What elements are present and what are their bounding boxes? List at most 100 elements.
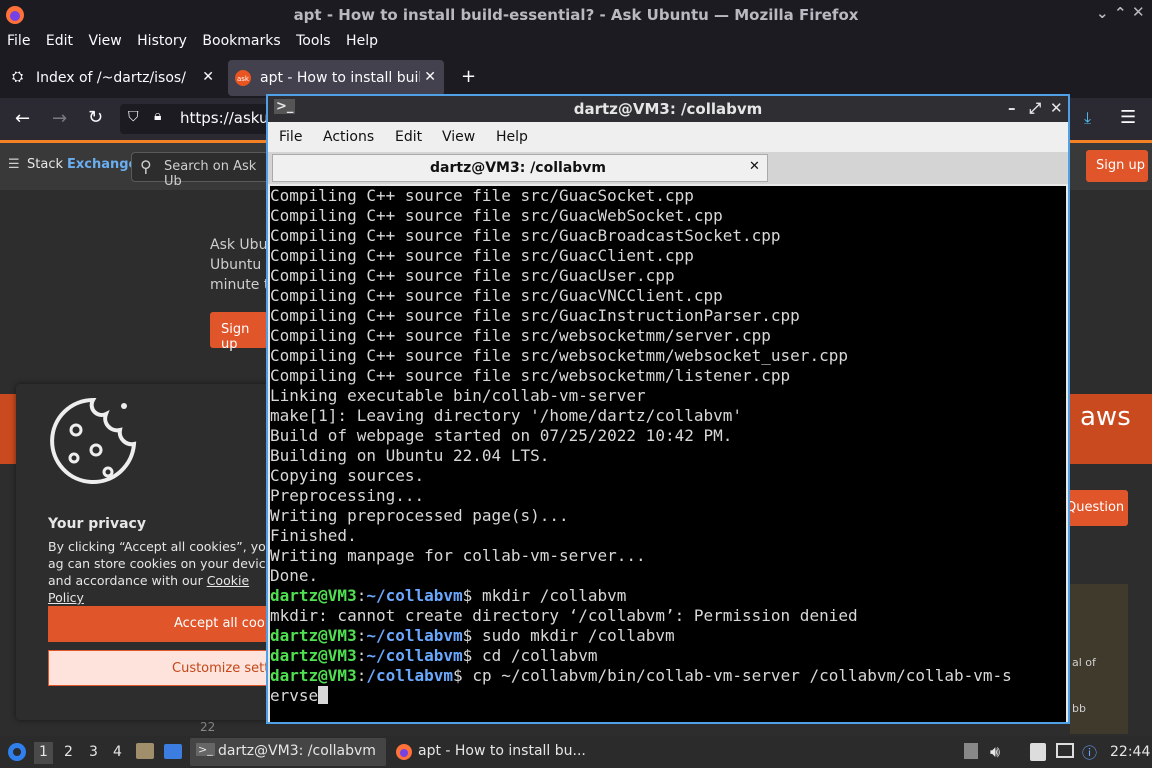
url-bar[interactable]: ⛉ 🔒︎ https://askul	[120, 104, 280, 134]
logo-exchange[interactable]: Exchange	[67, 157, 137, 172]
close-tab-icon[interactable]: ✕	[202, 69, 214, 85]
terminal-menubar: File Actions Edit View Help	[268, 122, 1068, 152]
close-terminal-tab-icon[interactable]: ✕	[749, 159, 760, 174]
workspace-4[interactable]: 4	[113, 744, 122, 760]
prompt-dir: ~/collabvm	[366, 626, 463, 645]
svg-text:ask: ask	[237, 75, 250, 83]
menu-view[interactable]: View	[88, 33, 121, 49]
prompt-dir: /collabvm	[366, 666, 454, 685]
term-maximize-icon[interactable]: ⤢	[1029, 99, 1041, 117]
accept-all-cookies-button[interactable]: Accept all cooki	[48, 606, 278, 642]
close-icon[interactable]: ✕	[1132, 3, 1145, 21]
ask-question-button[interactable]: Question	[1060, 490, 1128, 526]
aws-logo: aws	[1080, 402, 1131, 432]
new-tab-icon[interactable]: +	[461, 66, 476, 87]
back-icon[interactable]: ←	[15, 108, 30, 129]
menu-edit[interactable]: Edit	[46, 33, 73, 49]
terminal-line: dartz@VM3:~/collabvm$ cd /collabvm	[270, 646, 1066, 666]
close-tab-icon[interactable]: ✕	[424, 69, 436, 85]
workspace-1[interactable]: 1	[34, 742, 53, 764]
terminal-line: Preprocessing...	[270, 486, 425, 505]
terminal-line: Compiling C++ source file src/GuacUser.c…	[270, 266, 675, 285]
firefox-task-icon	[396, 744, 412, 760]
prompt-cmd: $ sudo mkdir /collabvm	[462, 626, 675, 645]
prompt-sep: :	[356, 666, 367, 685]
terminal-line: Done.	[270, 566, 319, 585]
sidebar-text-2: bb	[1072, 702, 1086, 715]
download-icon[interactable]: ⤓	[1084, 108, 1091, 128]
hamburger-menu-icon[interactable]: ☰	[1120, 107, 1136, 128]
menu-tools[interactable]: Tools	[296, 33, 331, 49]
hero-signup-button[interactable]: Sign up	[210, 312, 268, 352]
logo-stack[interactable]: Stack	[27, 157, 63, 172]
task-firefox[interactable]: apt - How to install bu...	[390, 738, 590, 766]
terminal-line: Build of webpage started on 07/25/2022 1…	[270, 426, 733, 445]
stackexchange-logo-icon[interactable]: ☰	[8, 157, 20, 172]
terminal-line: mkdir: cannot create directory ‘/collabv…	[270, 606, 858, 625]
menu-file[interactable]: File	[7, 33, 30, 49]
askubuntu-favicon-icon: ask	[235, 70, 251, 86]
minimize-icon[interactable]: ⌄	[1096, 4, 1109, 22]
terminal-line: Compiling C++ source file src/websocketm…	[270, 326, 771, 345]
clock: 22:44	[1110, 744, 1151, 760]
tab-label: Index of /~dartz/isos/	[36, 70, 186, 86]
volume-icon[interactable]: 🔊︎	[990, 742, 1000, 762]
prompt-sep: :	[356, 646, 367, 665]
shield-icon[interactable]: ⛉	[128, 109, 139, 125]
lock-icon[interactable]: 🔒︎	[154, 108, 161, 124]
task-firefox-label: apt - How to install bu...	[418, 743, 586, 759]
notification-icon[interactable]: ⓘ	[1082, 742, 1097, 763]
term-menu-help[interactable]: Help	[496, 129, 528, 145]
terminal-line: dartz@VM3:~/collabvm$ sudo mkdir /collab…	[270, 626, 1066, 646]
menu-bookmarks[interactable]: Bookmarks	[202, 33, 280, 49]
tab-index-isos[interactable]: ⛭ Index of /~dartz/isos/ ✕	[4, 60, 222, 96]
term-minimize-icon[interactable]: –	[1008, 99, 1016, 117]
eject-icon[interactable]	[964, 743, 978, 759]
firefox-tabbar: ⛭ Index of /~dartz/isos/ ✕ ask apt - How…	[0, 58, 1152, 98]
prompt-user: dartz@VM3	[270, 646, 357, 665]
prompt-sep: :	[356, 586, 367, 605]
workspace-3[interactable]: 3	[89, 744, 98, 760]
terminal-tab[interactable]: dartz@VM3: /collabvm ✕	[272, 154, 768, 182]
task-terminal[interactable]: >_ dartz@VM3: /collabvm	[190, 738, 386, 766]
prompt-cmd: $ cp ~/collabvm/bin/collab-vm-server /co…	[453, 666, 1012, 685]
terminal-line: Compiling C++ source file src/GuacSocket…	[270, 186, 694, 205]
terminal-window[interactable]: >_ dartz@VM3: /collabvm – ⤢ ✕ File Actio…	[266, 94, 1070, 724]
terminal-output[interactable]: Compiling C++ source file src/GuacSocket…	[270, 186, 1066, 722]
prompt-cmd: $ mkdir /collabvm	[462, 586, 627, 605]
term-menu-actions[interactable]: Actions	[323, 129, 374, 145]
prompt-user: dartz@VM3	[270, 666, 357, 685]
terminal-line: dartz@VM3:/collabvm$ cp ~/collabvm/bin/c…	[270, 666, 1066, 686]
sidebar-text-1: al of	[1072, 656, 1096, 669]
terminal-line: Compiling C++ source file src/GuacVNCCli…	[270, 286, 723, 305]
prompt-user: dartz@VM3	[270, 586, 357, 605]
network-icon[interactable]	[1056, 743, 1074, 758]
term-menu-view[interactable]: View	[442, 129, 475, 145]
menu-help[interactable]: Help	[346, 33, 378, 49]
menu-history[interactable]: History	[137, 33, 187, 49]
signup-button[interactable]: Sign up	[1086, 150, 1148, 182]
term-menu-edit[interactable]: Edit	[395, 129, 422, 145]
forward-icon[interactable]: →	[52, 108, 67, 129]
term-close-icon[interactable]: ✕	[1050, 99, 1063, 117]
maximize-icon[interactable]: ⌃	[1114, 4, 1127, 22]
customize-settings-button[interactable]: Customize settin	[48, 650, 278, 686]
site-search-input[interactable]: ⚲ Search on Ask Ub	[131, 152, 271, 189]
prompt-sep: :	[356, 626, 367, 645]
privacy-body: By clicking “Accept all cookies”, you ag…	[48, 538, 276, 606]
terminal-line: Linking executable bin/collab-vm-server	[270, 386, 646, 405]
tab-ask-ubuntu[interactable]: ask apt - How to install build ✕	[228, 60, 444, 96]
show-desktop-icon[interactable]	[164, 744, 182, 759]
reload-icon[interactable]: ↻	[88, 107, 103, 128]
file-manager-icon[interactable]	[136, 743, 154, 759]
workspace-2[interactable]: 2	[64, 744, 73, 760]
clipboard-icon[interactable]	[1030, 743, 1046, 761]
terminal-tabbar: dartz@VM3: /collabvm ✕	[268, 152, 1068, 184]
terminal-line: Copying sources.	[270, 466, 425, 485]
term-menu-file[interactable]: File	[279, 129, 302, 145]
terminal-line: Building on Ubuntu 22.04 LTS.	[270, 446, 550, 465]
start-menu-icon[interactable]	[6, 741, 28, 763]
task-terminal-label: dartz@VM3: /collabvm	[218, 743, 376, 759]
terminal-line: Compiling C++ source file src/websocketm…	[270, 366, 791, 385]
terminal-titlebar[interactable]: >_ dartz@VM3: /collabvm – ⤢ ✕	[268, 96, 1068, 122]
